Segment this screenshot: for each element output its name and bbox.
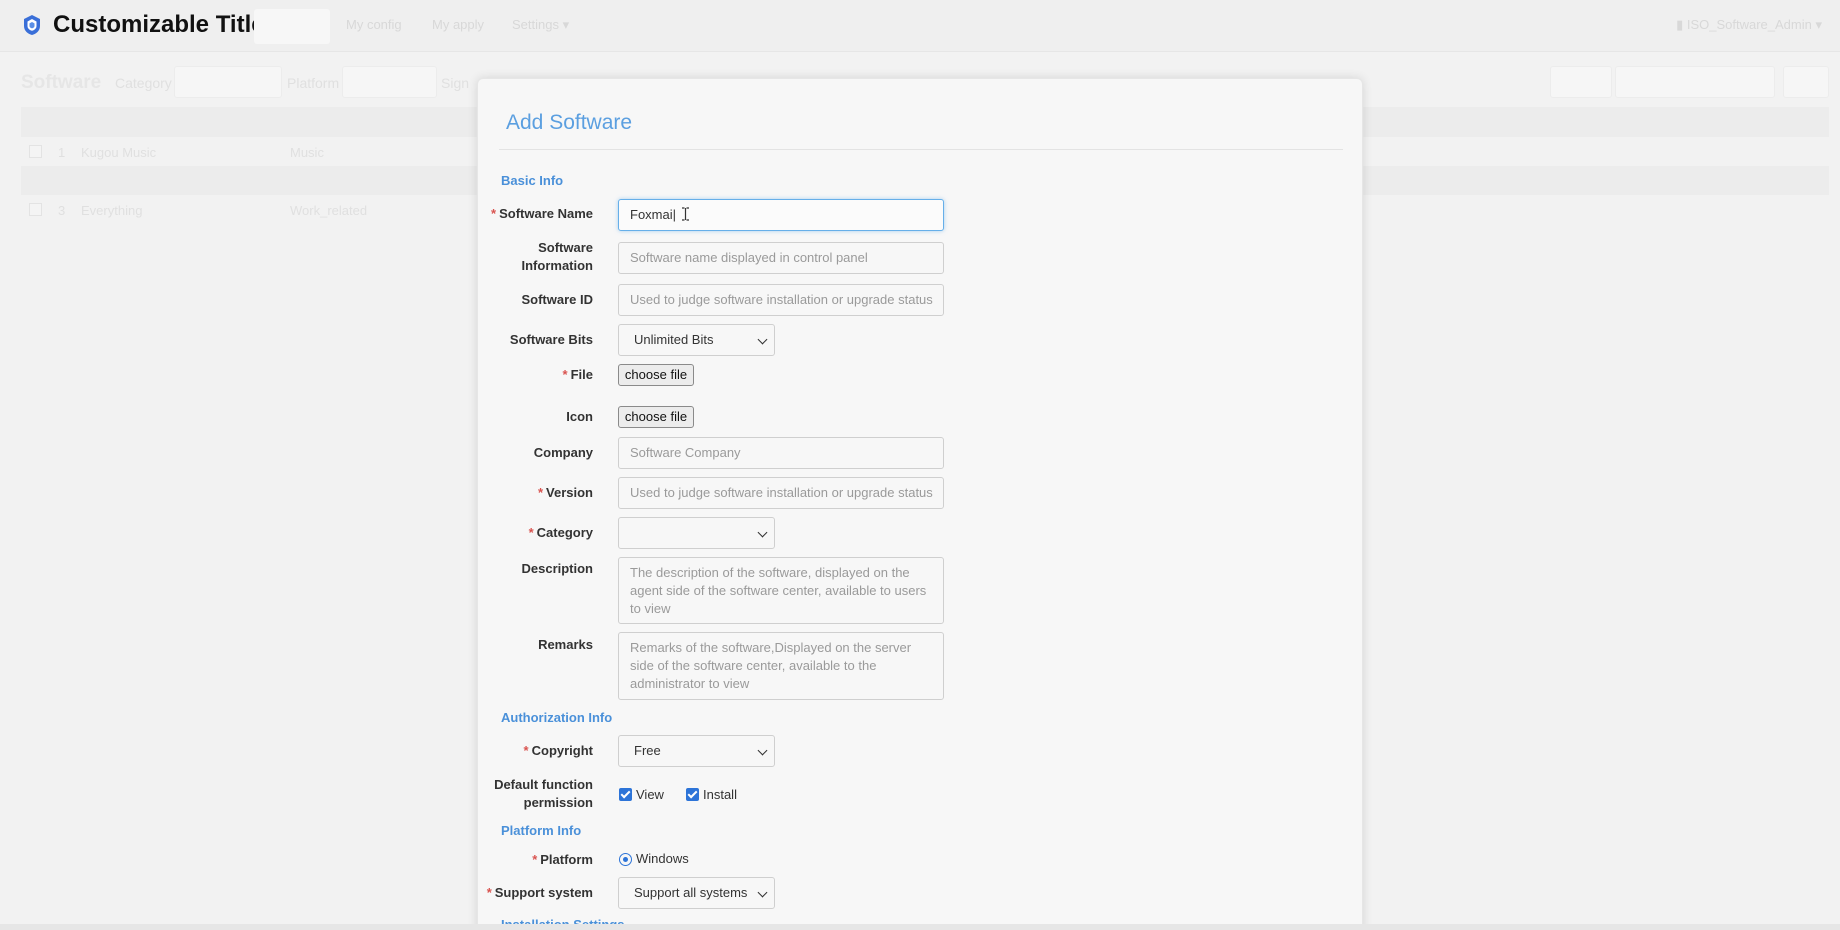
row-checkbox[interactable] — [29, 203, 42, 216]
software-id-label: Software ID — [521, 292, 593, 307]
software-name-input[interactable]: Foxmai| — [618, 199, 944, 231]
view-permission-label: View — [636, 787, 664, 802]
page-title: Software — [21, 72, 102, 93]
nav-active-slot[interactable] — [254, 9, 330, 44]
section-platform-info: Platform Info — [501, 823, 582, 838]
view-permission-checkbox[interactable] — [619, 788, 632, 801]
description-textarea[interactable]: The description of the software, display… — [618, 557, 944, 624]
section-basic-info: Basic Info — [501, 173, 564, 188]
chevron-down-icon — [757, 527, 768, 538]
software-info-input[interactable]: Software name displayed in control panel — [618, 242, 944, 274]
modal-divider — [499, 149, 1343, 150]
add-software-modal: Add Software Basic Info * Software Name F… — [477, 78, 1363, 930]
icon-label: Icon — [566, 409, 593, 424]
row-category: Work_related — [290, 203, 368, 218]
modal-title: Add Software — [506, 111, 633, 134]
support-system-select[interactable]: Support all systems — [618, 877, 775, 909]
nav-my-apply[interactable]: My apply — [432, 17, 484, 32]
user-menu[interactable]: ▮ ISO_Software_Admin ▾ — [1676, 17, 1822, 33]
shield-logo-icon — [24, 15, 40, 35]
filter-sign-label: Sign — [441, 75, 470, 91]
filter-category-input[interactable] — [174, 66, 282, 98]
copyright-label: * Copyright — [523, 743, 593, 758]
filter-platform-input[interactable] — [342, 66, 437, 98]
software-bits-select[interactable]: Unlimited Bits — [618, 324, 775, 356]
platform-windows-label: Windows — [636, 851, 689, 866]
chevron-down-icon — [757, 334, 768, 345]
version-input[interactable]: Used to judge software installation or u… — [618, 477, 944, 509]
support-system-label: * Support system — [486, 885, 593, 900]
text-cursor-icon — [682, 207, 689, 221]
chevron-down-icon — [757, 887, 768, 898]
file-label: * File — [562, 367, 593, 382]
row-category: Music — [290, 145, 324, 160]
category-select[interactable] — [618, 517, 775, 549]
file-choose-button[interactable]: choose file — [618, 364, 694, 386]
row-number: 3 — [58, 203, 66, 218]
top-navbar: Customizable Title My config My apply Se… — [0, 0, 1840, 52]
app-title: Customizable Title — [53, 11, 265, 38]
description-label: Description — [521, 561, 593, 576]
section-authorization-info: Authorization Info — [501, 710, 613, 725]
company-input[interactable]: Software Company — [618, 437, 944, 469]
software-id-input[interactable]: Used to judge software installation or u… — [618, 284, 944, 316]
user-name: ISO_Software_Admin — [1686, 17, 1812, 32]
software-name-label: * Software Name — [491, 206, 593, 221]
install-permission-checkbox[interactable] — [686, 788, 699, 801]
software-bits-label: Software Bits — [509, 332, 593, 347]
install-permission-label: Install — [703, 787, 737, 802]
row-name: Everything — [81, 203, 143, 218]
user-icon: ▮ — [1676, 17, 1684, 32]
toolbar-button-2[interactable] — [1783, 66, 1829, 98]
nav-my-config[interactable]: My config — [346, 17, 402, 32]
row-number: 1 — [58, 145, 66, 160]
version-label: * Version — [537, 485, 593, 500]
toolbar-button-1[interactable] — [1550, 66, 1612, 98]
remarks-textarea[interactable]: Remarks of the software,Displayed on the… — [618, 632, 944, 700]
category-label: * Category — [528, 525, 593, 540]
default-permission-label: Default function permission — [494, 777, 593, 810]
company-label: Company — [533, 445, 593, 460]
filter-platform-label: Platform — [287, 75, 340, 91]
software-info-label: Software Information — [521, 240, 594, 273]
platform-windows-radio[interactable] — [619, 853, 632, 866]
copyright-select[interactable]: Free — [618, 735, 775, 767]
platform-label: * Platform — [532, 852, 593, 867]
remarks-label: Remarks — [538, 637, 593, 652]
filter-category-label: Category — [115, 75, 172, 91]
nav-settings-label: Settings — [512, 17, 559, 32]
row-checkbox[interactable] — [29, 145, 42, 158]
icon-choose-button[interactable]: choose file — [618, 406, 694, 428]
toolbar-search[interactable] — [1615, 66, 1775, 98]
page-bottom-edge — [0, 924, 1840, 930]
chevron-down-icon — [757, 745, 768, 756]
nav-settings[interactable]: Settings ▾ — [512, 17, 569, 33]
row-name: Kugou Music — [81, 145, 157, 160]
